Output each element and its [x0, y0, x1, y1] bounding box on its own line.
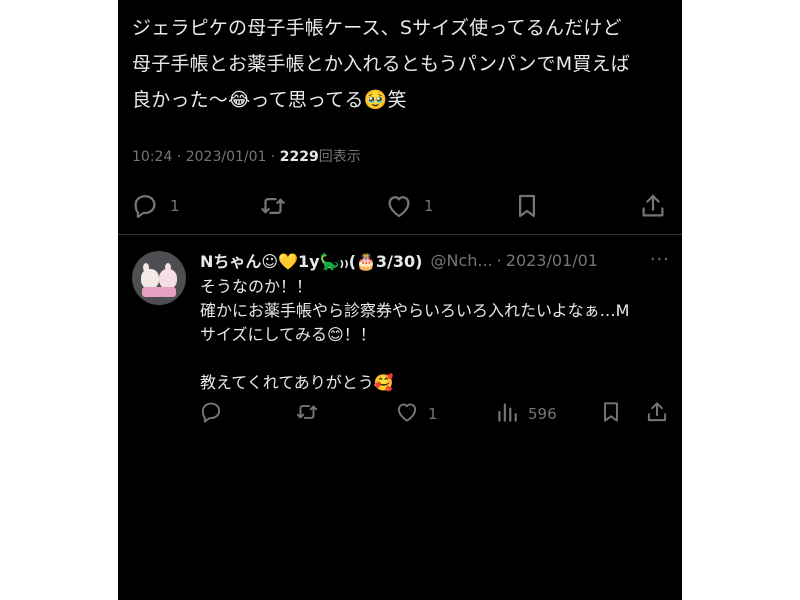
- speech-bubble-icon: [130, 191, 160, 221]
- meta-separator: ·: [496, 250, 502, 270]
- reply-retweet-button[interactable]: [294, 399, 328, 429]
- tweet-text-line: 良かった〜😂って思ってる🥹笑: [132, 89, 407, 111]
- tweet-time[interactable]: 10:24: [132, 149, 172, 165]
- bookmark-button[interactable]: [512, 188, 542, 224]
- reply-text-line: サイズにしてみる😊！！: [200, 325, 376, 344]
- reply-handle[interactable]: @Nch...: [431, 251, 493, 270]
- bookmark-icon: [598, 399, 624, 429]
- avatar[interactable]: [132, 251, 186, 305]
- retweet-button[interactable]: [258, 188, 298, 224]
- tweet-action-bar: 1 1: [130, 188, 670, 224]
- reply-tweet[interactable]: Nちゃん☺︎💛1y🦕₎₎(🎂3/30) @Nch... · 2023/01/01…: [118, 235, 682, 435]
- reply-text-line: [200, 347, 670, 371]
- reply-views-count: 596: [528, 405, 557, 423]
- more-horizontal-icon[interactable]: ···: [650, 247, 670, 273]
- reply-display-name[interactable]: Nちゃん☺︎💛1y🦕₎₎(🎂3/30): [200, 248, 423, 272]
- share-upload-icon: [644, 399, 670, 429]
- reply-like-button[interactable]: 1: [394, 399, 438, 429]
- reply-header: Nちゃん☺︎💛1y🦕₎₎(🎂3/30) @Nch... · 2023/01/01…: [200, 247, 670, 273]
- retweet-arrows-icon: [294, 399, 320, 429]
- reply-share-button[interactable]: [644, 399, 670, 429]
- heart-icon: [394, 399, 420, 429]
- tweet-text: ジェラピケの母子手帳ケース、Sサイズ使ってるんだけど 母子手帳とお薬手帳とか入れ…: [132, 10, 672, 118]
- like-count: 1: [424, 197, 434, 215]
- reply-text-line: 教えてくれてありがとう🥰: [200, 373, 394, 392]
- share-button[interactable]: [638, 188, 668, 224]
- tweet-text-line: ジェラピケの母子手帳ケース、Sサイズ使ってるんだけど: [132, 17, 622, 39]
- reply-button[interactable]: 1: [130, 188, 180, 224]
- speech-bubble-icon: [198, 399, 224, 429]
- timeline-screen: ジェラピケの母子手帳ケース、Sサイズ使ってるんだけど 母子手帳とお薬手帳とか入れ…: [118, 0, 682, 600]
- bar-chart-icon: [494, 399, 520, 429]
- heart-icon: [384, 191, 414, 221]
- reply-like-count: 1: [428, 405, 438, 423]
- reply-action-bar: 1 596: [198, 399, 672, 429]
- bookmark-icon: [512, 191, 542, 221]
- reply-text: そうなのか！！ 確かにお薬手帳やら診察券やらいろいろ入れたいよなぁ…M サイズに…: [200, 275, 670, 395]
- tweet-text-line: 母子手帳とお薬手帳とか入れるともうパンパンでM買えば: [132, 53, 630, 75]
- reply-text-line: そうなのか！！: [200, 277, 313, 296]
- tweet-date[interactable]: 2023/01/01: [186, 149, 267, 165]
- share-upload-icon: [638, 191, 668, 221]
- tweet-meta: 10:24 · 2023/01/01 · 2229回表示: [132, 146, 361, 166]
- meta-separator: ·: [176, 149, 182, 165]
- reply-bookmark-button[interactable]: [598, 399, 624, 429]
- reply-reply-button[interactable]: [198, 399, 232, 429]
- meta-separator: ·: [270, 149, 276, 165]
- tweet-views-count[interactable]: 2229: [280, 149, 319, 165]
- reply-text-line: 確かにお薬手帳やら診察券やらいろいろ入れたいよなぁ…M: [200, 301, 630, 320]
- like-button[interactable]: 1: [384, 188, 434, 224]
- tweet-views-label: 回表示: [318, 149, 361, 165]
- retweet-arrows-icon: [258, 191, 288, 221]
- reply-date[interactable]: 2023/01/01: [506, 251, 598, 270]
- reply-count: 1: [170, 197, 180, 215]
- reply-views-button[interactable]: 596: [494, 399, 557, 429]
